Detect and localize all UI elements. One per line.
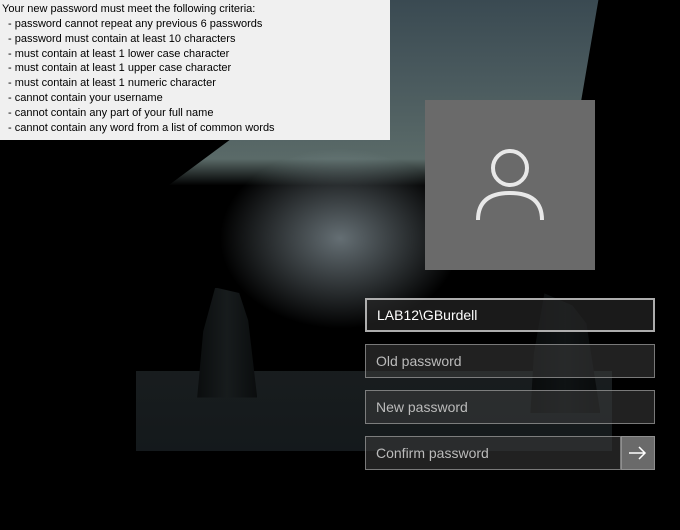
submit-button[interactable] xyxy=(621,436,655,470)
user-avatar xyxy=(425,100,595,270)
login-panel xyxy=(365,100,655,470)
criteria-item: - cannot contain any part of your full n… xyxy=(2,106,386,121)
arrow-right-icon xyxy=(628,445,648,461)
criteria-title: Your new password must meet the followin… xyxy=(2,2,386,17)
new-password-field[interactable] xyxy=(365,390,655,424)
criteria-item: - cannot contain any word from a list of… xyxy=(2,121,386,136)
criteria-item: - cannot contain your username xyxy=(2,91,386,106)
criteria-item: - must contain at least 1 lower case cha… xyxy=(2,47,386,62)
username-field[interactable] xyxy=(365,298,655,332)
criteria-item: - password must contain at least 10 char… xyxy=(2,32,386,47)
criteria-item: - must contain at least 1 numeric charac… xyxy=(2,76,386,91)
user-icon xyxy=(460,135,560,235)
criteria-item: - password cannot repeat any previous 6 … xyxy=(2,17,386,32)
confirm-password-field[interactable] xyxy=(365,436,621,470)
password-criteria-panel: Your new password must meet the followin… xyxy=(0,0,390,140)
old-password-field[interactable] xyxy=(365,344,655,378)
criteria-item: - must contain at least 1 upper case cha… xyxy=(2,61,386,76)
